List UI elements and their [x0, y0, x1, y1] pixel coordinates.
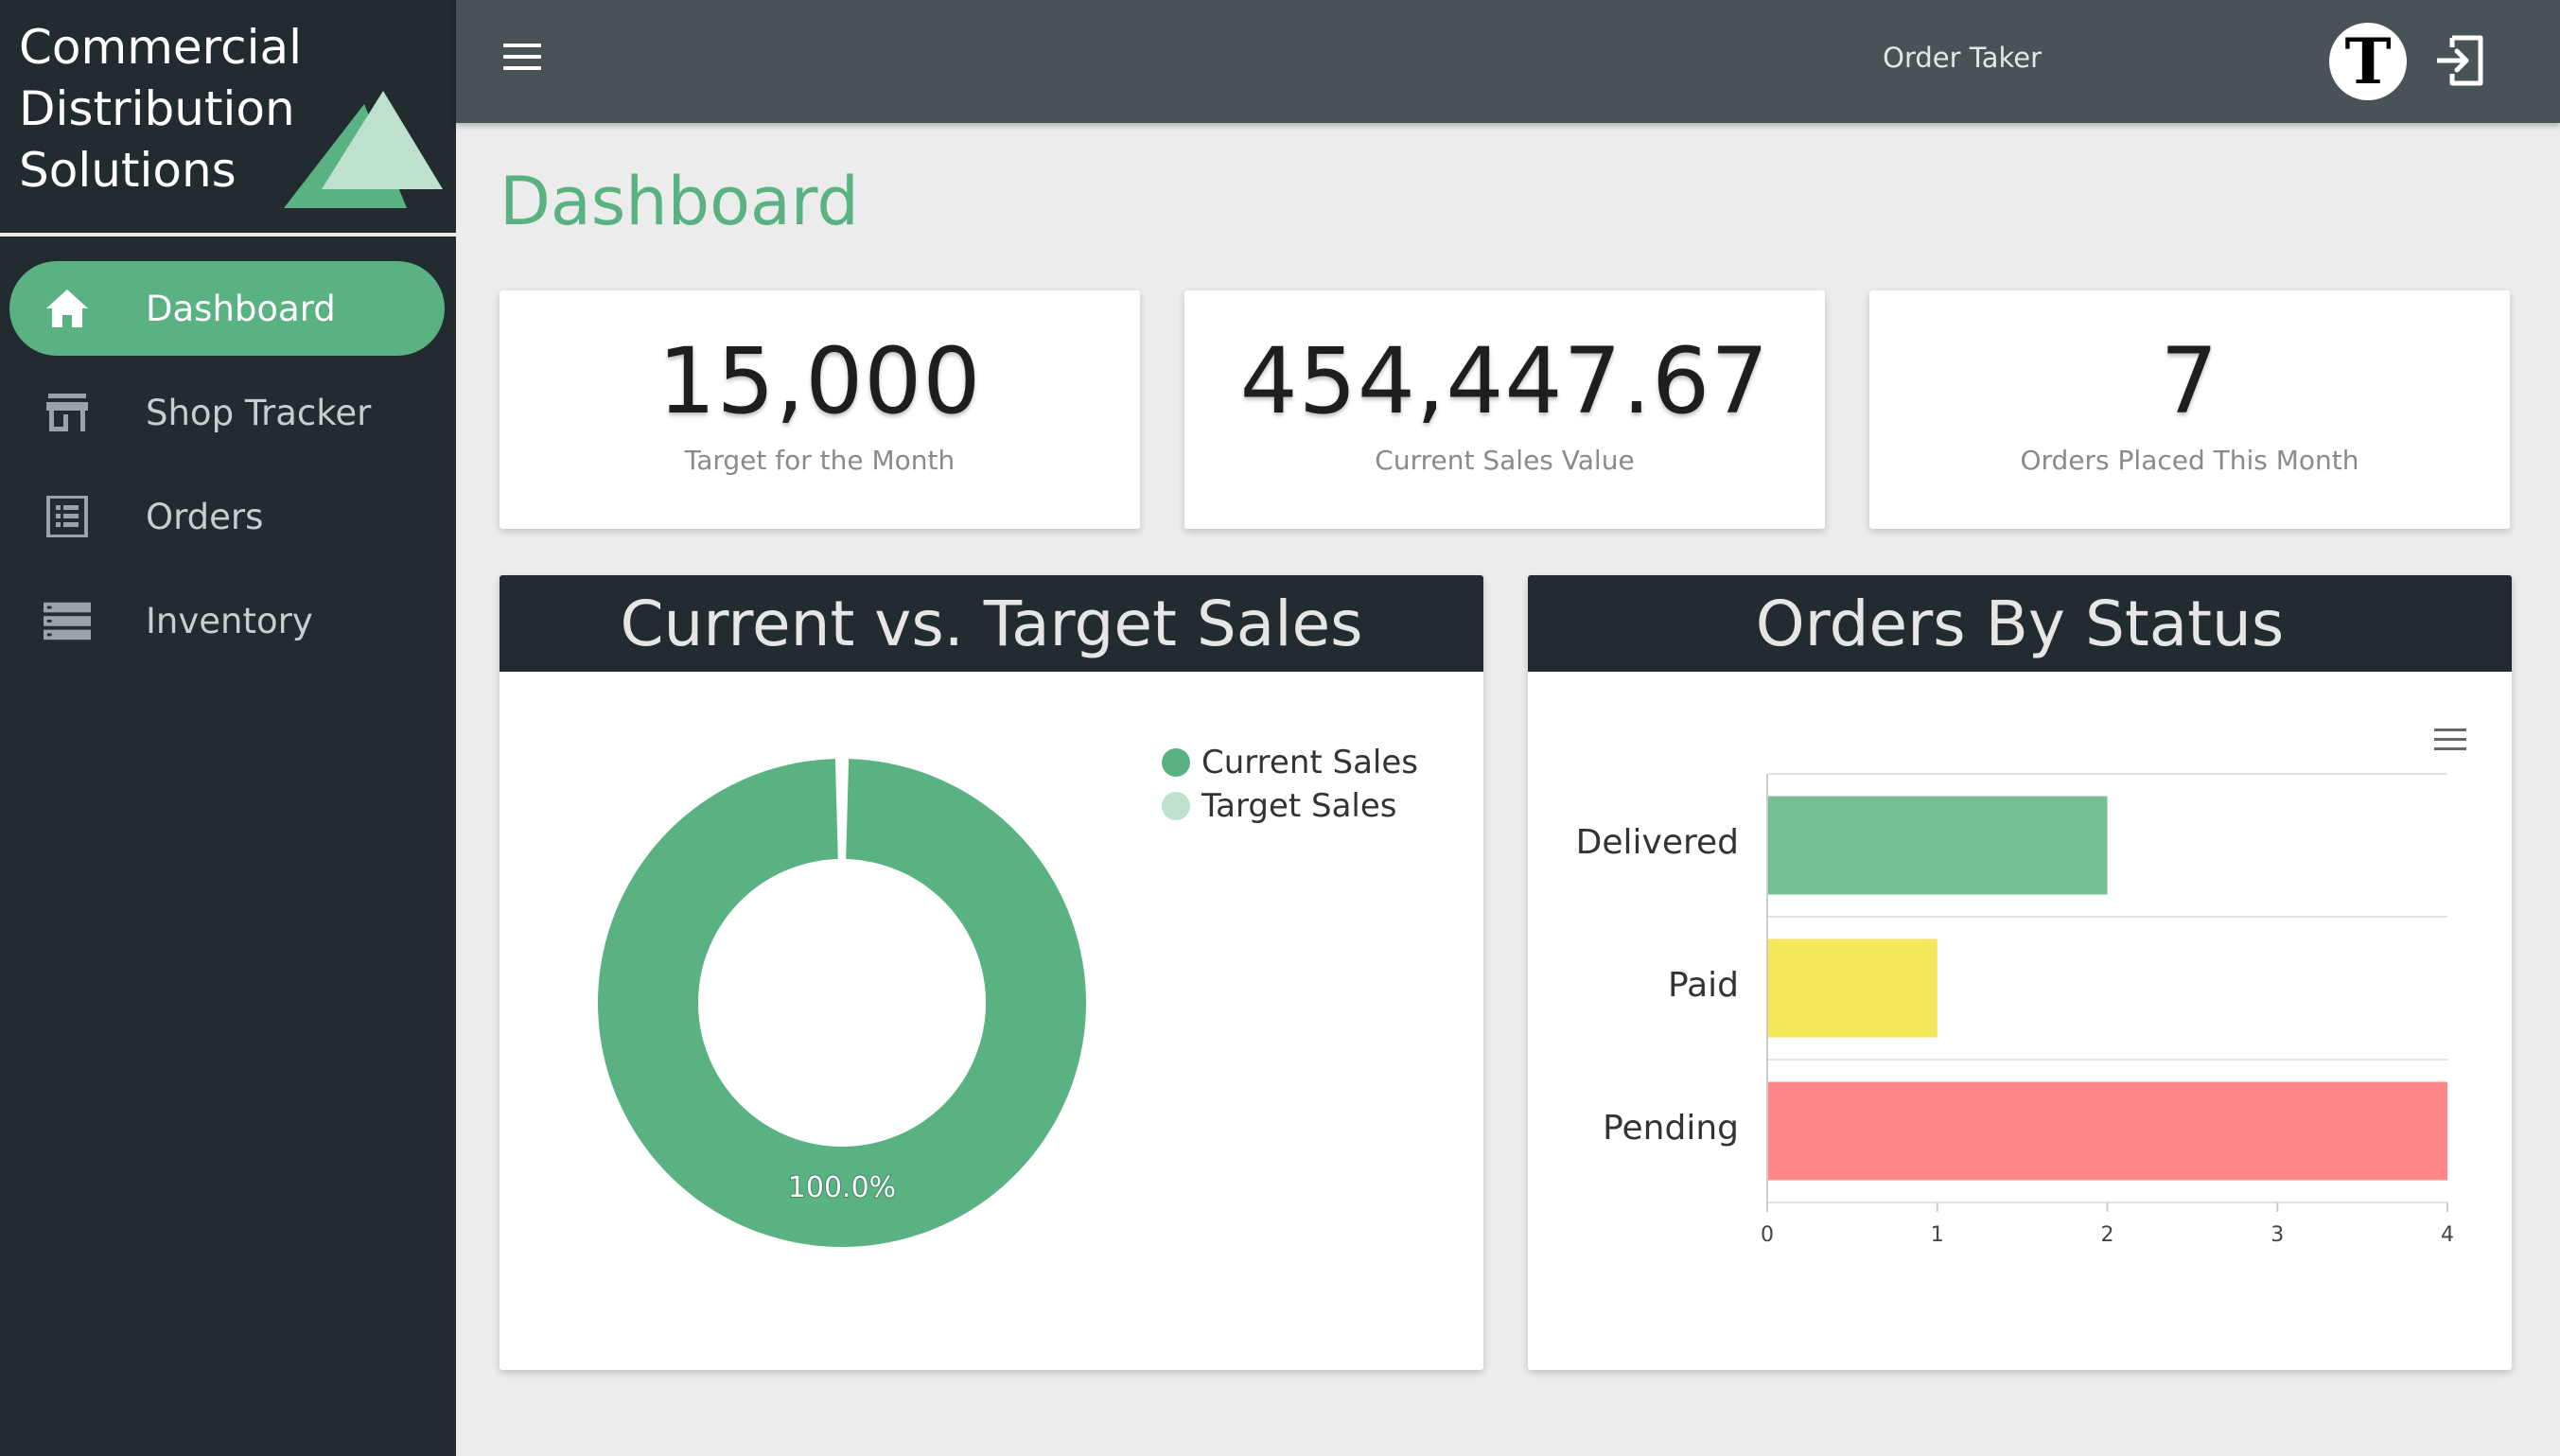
sidebar-item-label: Dashboard: [146, 288, 336, 329]
donut-chart: 100.0%: [598, 759, 1086, 1247]
x-tick-label: 0: [1761, 1223, 1774, 1247]
donut-data-label: 100.0%: [788, 1171, 896, 1204]
list-icon: [44, 494, 91, 539]
stat-label: Orders Placed This Month: [2020, 445, 2359, 476]
stat-card-current-sales: 454,447.67 Current Sales Value: [1184, 290, 1825, 529]
brand-name-line2: Distribution: [19, 81, 295, 136]
chart-legend: Current Sales Target Sales: [1162, 741, 1418, 828]
sidebar-item-label: Shop Tracker: [146, 392, 372, 433]
brand: Commercial Distribution Solutions: [0, 0, 456, 237]
bar-paid[interactable]: [1768, 939, 1938, 1038]
inventory-icon: [44, 598, 91, 643]
legend-dot: [1162, 792, 1190, 820]
avatar[interactable]: T: [2329, 23, 2407, 100]
donut-chart-panel: Current vs. Target Sales 100.0% Current …: [500, 575, 1483, 1370]
brand-name: Commercial Distribution Solutions: [19, 17, 302, 202]
stat-value: 15,000: [658, 328, 982, 434]
stat-card-target: 15,000 Target for the Month: [500, 290, 1140, 529]
brand-name-line3: Solutions: [19, 143, 237, 198]
legend-item-target-sales[interactable]: Target Sales: [1162, 784, 1418, 828]
brand-logo: [284, 91, 443, 208]
stat-value: 7: [2160, 328, 2219, 434]
legend-label: Target Sales: [1201, 787, 1397, 825]
stat-label: Target for the Month: [684, 445, 956, 476]
legend-label: Current Sales: [1201, 744, 1419, 781]
page-title: Dashboard: [500, 163, 859, 240]
brand-divider: [0, 233, 456, 237]
bar-category-label: Paid: [1667, 965, 1739, 1005]
bar-pending[interactable]: [1768, 1081, 2447, 1181]
x-tick-label: 1: [1930, 1223, 1944, 1247]
sidebar: Commercial Distribution Solutions Dashbo…: [0, 0, 456, 1456]
sidebar-item-dashboard[interactable]: Dashboard: [9, 261, 445, 356]
x-tick-label: 3: [2271, 1223, 2285, 1247]
user-role: Order Taker: [1883, 42, 2042, 74]
x-tick-label: 2: [2100, 1223, 2114, 1247]
bar-category-label: Pending: [1603, 1108, 1739, 1148]
legend-dot: [1162, 748, 1190, 777]
top-bar: Order Taker T: [456, 0, 2560, 123]
sidebar-item-label: Orders: [146, 496, 264, 537]
home-icon: [44, 286, 91, 331]
store-icon: [44, 390, 91, 435]
stat-card-orders-placed: 7 Orders Placed This Month: [1869, 290, 2510, 529]
brand-name-line1: Commercial: [19, 20, 303, 75]
x-tick-label: 4: [2441, 1223, 2454, 1247]
logout-icon[interactable]: [2431, 32, 2488, 89]
sidebar-item-shop-tracker[interactable]: Shop Tracker: [9, 365, 445, 460]
bar-category-label: Delivered: [1575, 822, 1739, 862]
stat-value: 454,447.67: [1239, 328, 1770, 434]
bar-delivered[interactable]: [1768, 796, 2108, 895]
bar-chart-panel: Orders By Status Delivered Paid Pending 01…: [1528, 575, 2512, 1370]
sidebar-item-inventory[interactable]: Inventory: [9, 573, 445, 668]
sidebar-item-orders[interactable]: Orders: [9, 469, 445, 564]
sidebar-item-label: Inventory: [146, 600, 313, 641]
stat-label: Current Sales Value: [1375, 445, 1635, 476]
hamburger-menu-icon[interactable]: [503, 44, 541, 78]
legend-item-current-sales[interactable]: Current Sales: [1162, 741, 1418, 784]
